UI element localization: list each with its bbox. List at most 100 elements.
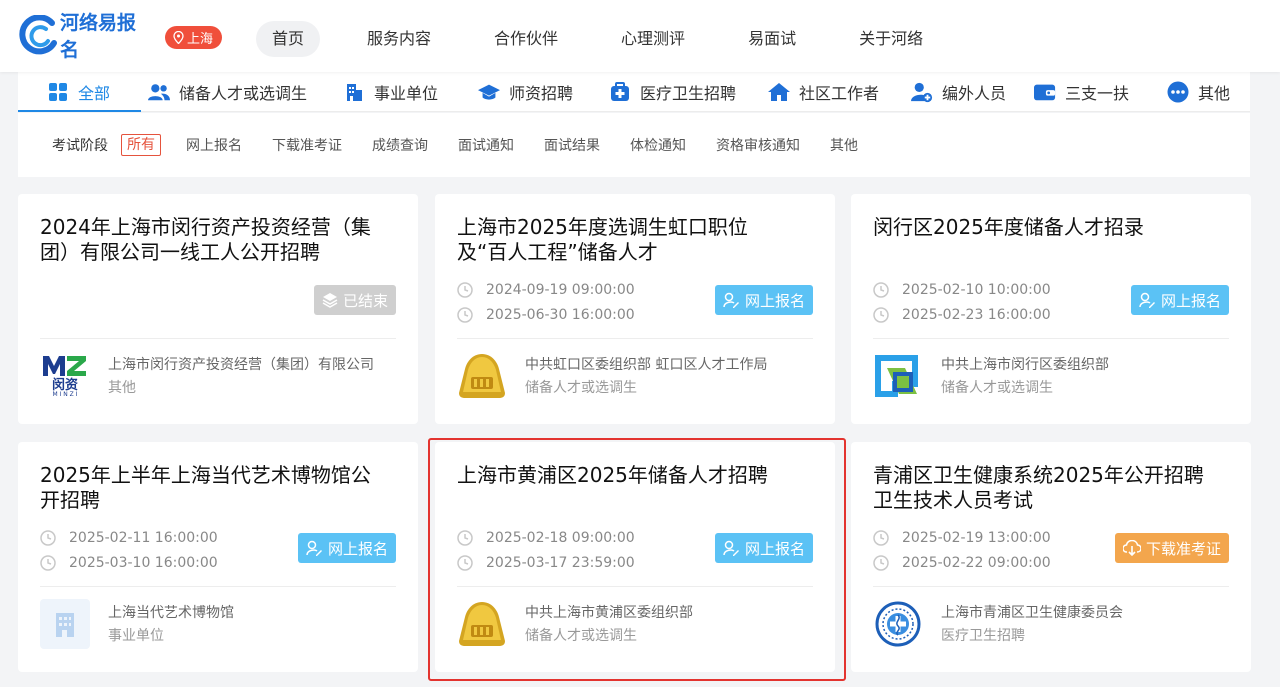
register-online-button[interactable]: 网上报名 (1130, 285, 1229, 315)
action-label: 已结束 (342, 291, 388, 310)
top-header: 河络易报名 上海 首页 服务内容 合作伙伴 心理测评 易面试 关于河络 (0, 0, 1280, 72)
tab-label: 全部 (78, 84, 111, 103)
stage-download-admission[interactable]: 下载准考证 (272, 135, 342, 155)
start-date: 2025-02-18 09:00:00 (486, 529, 635, 546)
nav-partners[interactable]: 合作伙伴 (478, 21, 574, 57)
card-divider (873, 338, 1229, 339)
graduation-cap-icon (478, 81, 500, 103)
clock-icon (873, 306, 889, 323)
tab-label: 事业单位 (374, 84, 439, 103)
clock-icon (873, 554, 889, 571)
clock-icon (40, 529, 56, 546)
mz-logo-sub: M I N Z I (52, 391, 78, 398)
org-name: 中共虹口区委组织部 虹口区人才工作局 (525, 357, 768, 373)
exam-card[interactable]: 2025年上半年上海当代艺术博物馆公 开招聘 2025-02-11 16:00:… (18, 442, 418, 672)
clock-icon (457, 306, 473, 323)
end-date: 2025-03-10 16:00:00 (69, 554, 218, 571)
card-title[interactable]: 青浦区卫生健康系统2025年公开招聘 卫生技术人员考试 (873, 463, 1233, 513)
nav-easy-interview[interactable]: 易面试 (732, 21, 812, 57)
stage-interview-result[interactable]: 面试结果 (544, 135, 600, 155)
exam-card[interactable]: 上海市2025年度选调生虹口职位 及“百人工程”储备人才 2024-09-19 … (435, 194, 835, 424)
card-title-line: 闵行区2025年度储备人才招录 (873, 215, 1144, 239)
card-title-line: 2025年上半年上海当代艺术博物馆公 (40, 463, 371, 487)
download-admission-button[interactable]: 下载准考证 (1114, 533, 1229, 563)
building-icon (343, 81, 365, 103)
tab-label: 其他 (1198, 84, 1231, 103)
city-label: 上海 (187, 32, 214, 47)
exam-stage-filter: 考试阶段 所有 网上报名 下载准考证 成绩查询 面试通知 面试结果 体检通知 资… (18, 113, 1250, 177)
tab-non-staff[interactable]: 编外人员 (911, 72, 1006, 112)
action-label: 网上报名 (744, 539, 805, 558)
stage-interview-notice[interactable]: 面试通知 (458, 135, 514, 155)
stage-online-registration[interactable]: 网上报名 (186, 135, 242, 155)
register-online-button[interactable]: 网上报名 (714, 533, 813, 563)
start-date: 2025-02-11 16:00:00 (69, 529, 218, 546)
exam-card[interactable]: 2024年上海市闵行资产投资经营（集 团）有限公司一线工人公开招聘 已结束 闵资… (18, 194, 418, 424)
main-nav: 首页 服务内容 合作伙伴 心理测评 易面试 关于河络 (256, 21, 970, 57)
action-label: 网上报名 (1160, 291, 1221, 310)
medical-kit-icon (609, 81, 631, 103)
card-title[interactable]: 上海市黄浦区2025年储备人才招聘 (457, 463, 817, 488)
tab-label: 师资招聘 (509, 84, 574, 103)
nav-about[interactable]: 关于河络 (843, 21, 939, 57)
edit-user-icon (723, 540, 739, 556)
org-name: 上海市青浦区卫生健康委员会 (941, 605, 1123, 621)
exam-card[interactable]: 闵行区2025年度储备人才招录 2025-02-10 10:00:00 2025… (851, 194, 1251, 424)
ended-button[interactable]: 已结束 (313, 285, 396, 315)
stage-all[interactable]: 所有 (121, 134, 161, 156)
tab-label: 三支一扶 (1065, 84, 1130, 103)
tab-other[interactable]: 其他 (1167, 72, 1230, 112)
exam-card[interactable]: 青浦区卫生健康系统2025年公开招聘 卫生技术人员考试 2025-02-19 1… (851, 442, 1251, 672)
active-tab-underline (18, 110, 141, 112)
tab-three-supports[interactable]: 三支一扶 (1034, 72, 1129, 112)
card-title[interactable]: 2025年上半年上海当代艺术博物馆公 开招聘 (40, 463, 400, 513)
tab-medical-recruit[interactable]: 医疗卫生招聘 (609, 72, 736, 112)
clock-icon (457, 554, 473, 571)
stage-score-query[interactable]: 成绩查询 (372, 135, 428, 155)
card-title-line: 卫生技术人员考试 (873, 488, 1033, 512)
tab-all[interactable]: 全部 (47, 72, 110, 112)
nav-psych-test[interactable]: 心理测评 (605, 21, 701, 57)
card-title[interactable]: 闵行区2025年度储备人才招录 (873, 215, 1233, 240)
start-date: 2024-09-19 09:00:00 (486, 281, 635, 298)
layers-icon (322, 293, 338, 308)
home-icon (768, 81, 790, 103)
user-add-icon (911, 81, 933, 103)
wallet-icon (1034, 81, 1056, 103)
org-category: 储备人才或选调生 (525, 628, 637, 644)
date-range: 2025-02-10 10:00:00 2025-02-23 16:00:00 (873, 277, 1123, 327)
nav-home[interactable]: 首页 (256, 21, 321, 57)
stage-qualification-review[interactable]: 资格审核通知 (716, 135, 800, 155)
city-selector[interactable]: 上海 (165, 26, 223, 49)
location-pin-icon (173, 31, 184, 44)
stage-other[interactable]: 其他 (830, 135, 858, 155)
exam-card[interactable]: 上海市黄浦区2025年储备人才招聘 2025-02-18 09:00:00 20… (435, 442, 835, 672)
org-name: 中共上海市黄浦区委组织部 (525, 605, 693, 621)
tab-label: 医疗卫生招聘 (640, 84, 737, 103)
site-logo[interactable]: 河络易报名 (18, 12, 150, 61)
clock-icon (40, 554, 56, 571)
org-category: 储备人才或选调生 (525, 380, 637, 396)
register-online-button[interactable]: 网上报名 (714, 285, 813, 315)
nav-services[interactable]: 服务内容 (351, 21, 447, 57)
tab-public-institution[interactable]: 事业单位 (343, 72, 438, 112)
card-title[interactable]: 上海市2025年度选调生虹口职位 及“百人工程”储备人才 (457, 215, 817, 265)
start-date: 2025-02-19 13:00:00 (902, 529, 1051, 546)
clock-icon (873, 529, 889, 546)
card-title[interactable]: 2024年上海市闵行资产投资经营（集 团）有限公司一线工人公开招聘 (40, 215, 400, 265)
card-title-line: 2024年上海市闵行资产投资经营（集 (40, 215, 371, 239)
stage-medical-check[interactable]: 体检通知 (630, 135, 686, 155)
action-label: 网上报名 (327, 539, 388, 558)
end-date: 2025-03-17 23:59:00 (486, 554, 635, 571)
card-title-line: 开招聘 (40, 488, 100, 512)
end-date: 2025-02-22 09:00:00 (902, 554, 1051, 571)
card-divider (40, 586, 396, 587)
building-placeholder (40, 599, 90, 649)
edit-user-icon (1139, 292, 1155, 308)
card-divider (457, 338, 813, 339)
tab-reserve-talent[interactable]: 储备人才或选调生 (148, 72, 307, 112)
register-online-button[interactable]: 网上报名 (297, 533, 396, 563)
tab-community-worker[interactable]: 社区工作者 (768, 72, 879, 112)
tab-teacher-recruit[interactable]: 师资招聘 (478, 72, 573, 112)
edit-user-icon (306, 540, 322, 556)
